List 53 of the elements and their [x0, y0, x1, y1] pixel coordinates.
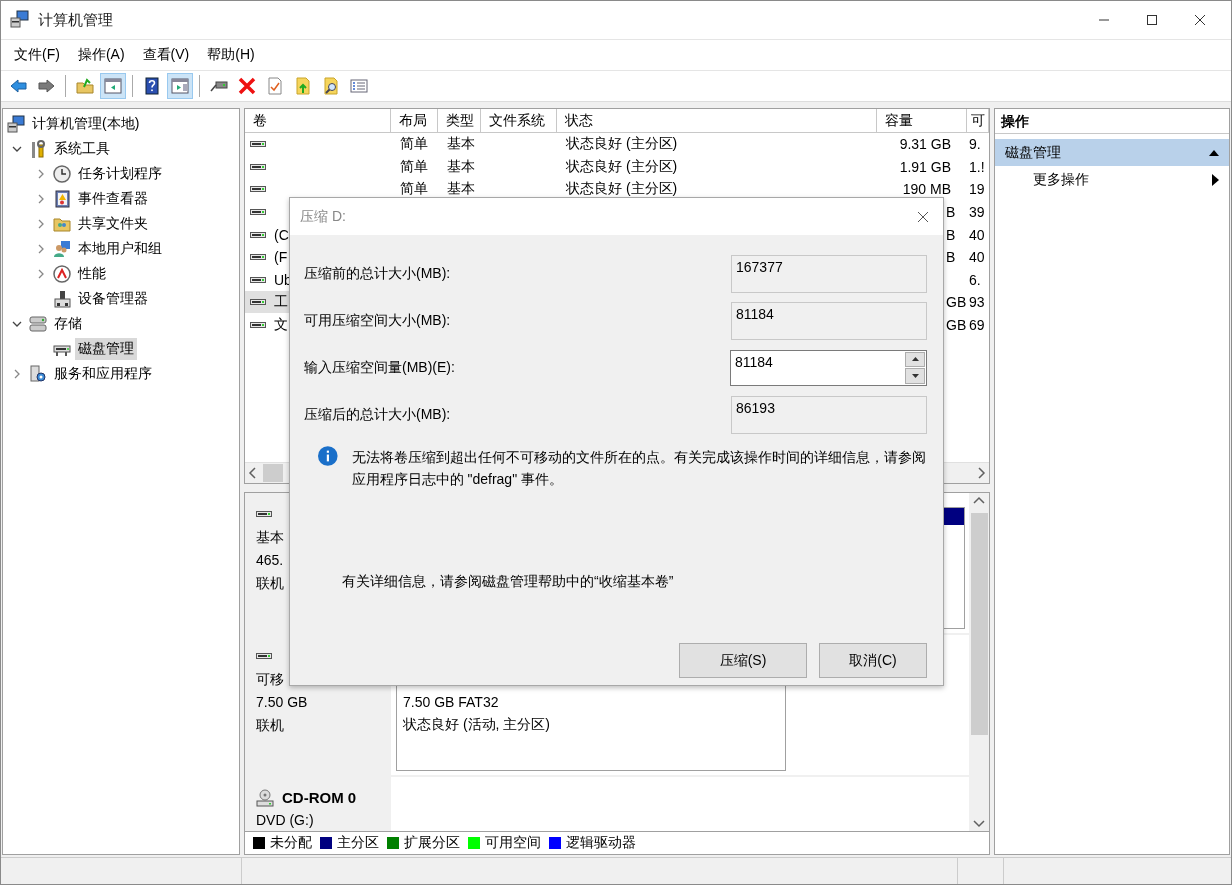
panel-title: 操作 — [995, 109, 1229, 134]
table-cell: B — [946, 226, 956, 243]
table-cell: B — [946, 249, 956, 266]
legend-label: 未分配 — [270, 834, 312, 852]
disk-info: 联机 — [256, 574, 284, 593]
disk-info: DVD (G:) — [256, 811, 314, 830]
table-cell: GB — [946, 317, 967, 334]
partition-info: 状态良好 (活动, 主分区) — [403, 715, 551, 734]
table-cell: 1.91 GB — [899, 158, 951, 175]
table-cell: 基本 — [447, 180, 475, 197]
partition-info: 7.50 GB FAT32 — [403, 693, 500, 712]
disk-info: 465. — [256, 551, 284, 570]
table-cell: 简单 — [400, 135, 428, 152]
legend-label: 可用空间 — [485, 834, 541, 852]
table-cell: 19 — [969, 181, 985, 198]
table-cell: 简单 — [400, 180, 428, 197]
legend-label: 逻辑驱动器 — [566, 834, 636, 852]
info-message: 无法将卷压缩到超出任何不可移动的文件所在的点。有关完成该操作时间的详细信息，请参阅应用程序日志中的 "defrag" 事件。 — [351, 448, 927, 489]
dialog-title: 压缩 D: — [300, 207, 347, 226]
table-cell: 9.31 GB — [899, 136, 951, 153]
table-cell: 简单 — [400, 157, 428, 174]
table-cell: B — [946, 204, 956, 221]
readonly-field: 86193 — [731, 395, 927, 434]
table-cell: 状态良好 (主分区) — [566, 135, 678, 152]
disk-name: CD-ROM 0 — [282, 789, 357, 806]
table-cell: 状态良好 (主分区) — [566, 180, 678, 197]
legend-label: 主分区 — [337, 834, 379, 852]
disk-info: 基本 — [256, 528, 284, 547]
table-cell: 状态良好 (主分区) — [566, 157, 678, 174]
field-label: 压缩前的总计大小(MB): — [304, 264, 451, 283]
field-label: 可用压缩空间大小(MB): — [304, 311, 451, 330]
table-cell: 40 — [969, 226, 985, 243]
readonly-field: 167377 — [731, 254, 927, 293]
table-cell: 9. — [969, 136, 981, 153]
field-label: 压缩后的总计大小(MB): — [304, 405, 451, 424]
table-cell: 39 — [969, 204, 985, 221]
table-cell: 基本 — [447, 157, 475, 174]
table-cell: 1.! — [969, 158, 985, 175]
table-cell: 93 — [969, 294, 985, 311]
table-cell: 69 — [969, 317, 985, 334]
legend-label: 扩展分区 — [404, 834, 460, 852]
window-title: 计算机管理 — [38, 10, 114, 30]
table-cell: 基本 — [447, 135, 475, 152]
table-cell: 6. — [969, 271, 981, 288]
table-cell: 190 MB — [902, 181, 951, 198]
disk-info: 联机 — [256, 716, 284, 735]
table-cell: 40 — [969, 249, 985, 266]
disk-info: 7.50 GB — [256, 693, 308, 712]
field-label: 输入压缩空间量(MB)(E): — [304, 358, 455, 377]
disk-info: 可移 — [256, 670, 284, 689]
table-cell: GB — [946, 294, 967, 311]
help-text: 有关详细信息，请参阅磁盘管理帮助中的“收缩基本卷” — [342, 572, 674, 591]
readonly-field: 81184 — [731, 301, 927, 340]
